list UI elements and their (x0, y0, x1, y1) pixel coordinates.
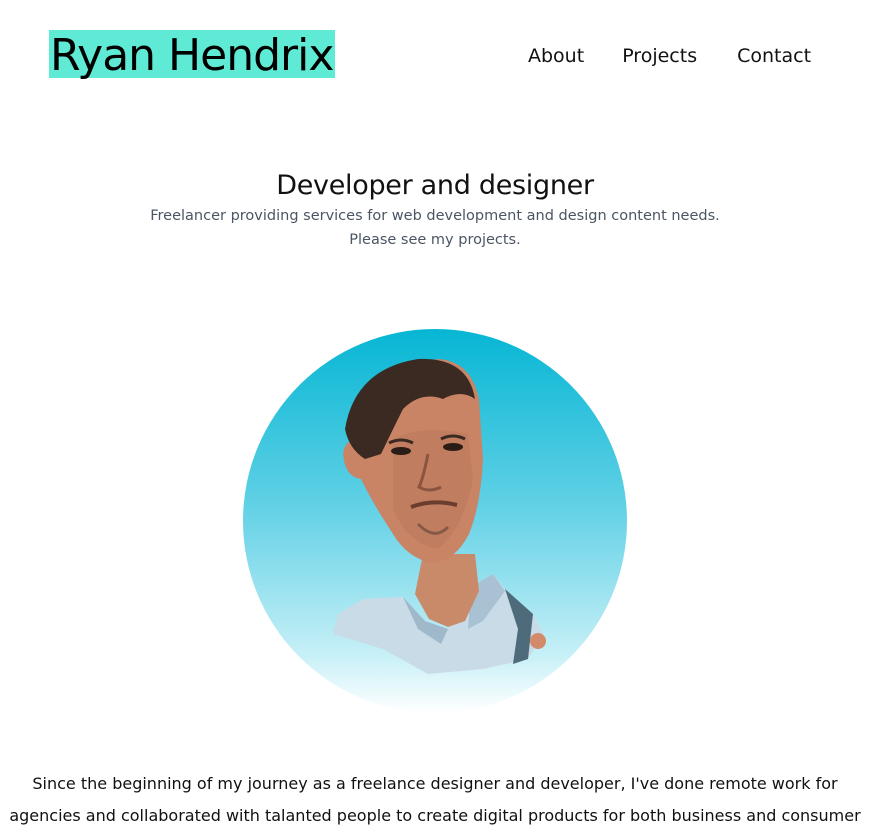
site-header: Ryan Hendrix About Projects Contact (0, 0, 887, 110)
hero-subtitle-line-1: Freelancer providing services for web de… (150, 208, 720, 224)
hero-heading: Developer and designer (276, 170, 594, 201)
hero-subtitle-line-2: Please see my projects. (349, 232, 521, 248)
bio-section: Since the beginning of my journey as a f… (0, 768, 870, 832)
nav-link-about[interactable]: About (528, 42, 584, 70)
brand-logo-link[interactable]: Ryan Hendrix (49, 30, 336, 81)
bio-line-2: agencies and collaborated with talanted … (9, 806, 861, 825)
hero-section: Developer and designer Freelancer provid… (0, 168, 870, 252)
bio-line-1: Since the beginning of my journey as a f… (32, 774, 838, 793)
nav-link-projects[interactable]: Projects (622, 42, 697, 70)
profile-avatar (243, 329, 627, 713)
portrait-photo-icon (333, 358, 546, 674)
main-nav: About Projects Contact (528, 42, 811, 70)
nav-link-contact[interactable]: Contact (737, 42, 811, 70)
